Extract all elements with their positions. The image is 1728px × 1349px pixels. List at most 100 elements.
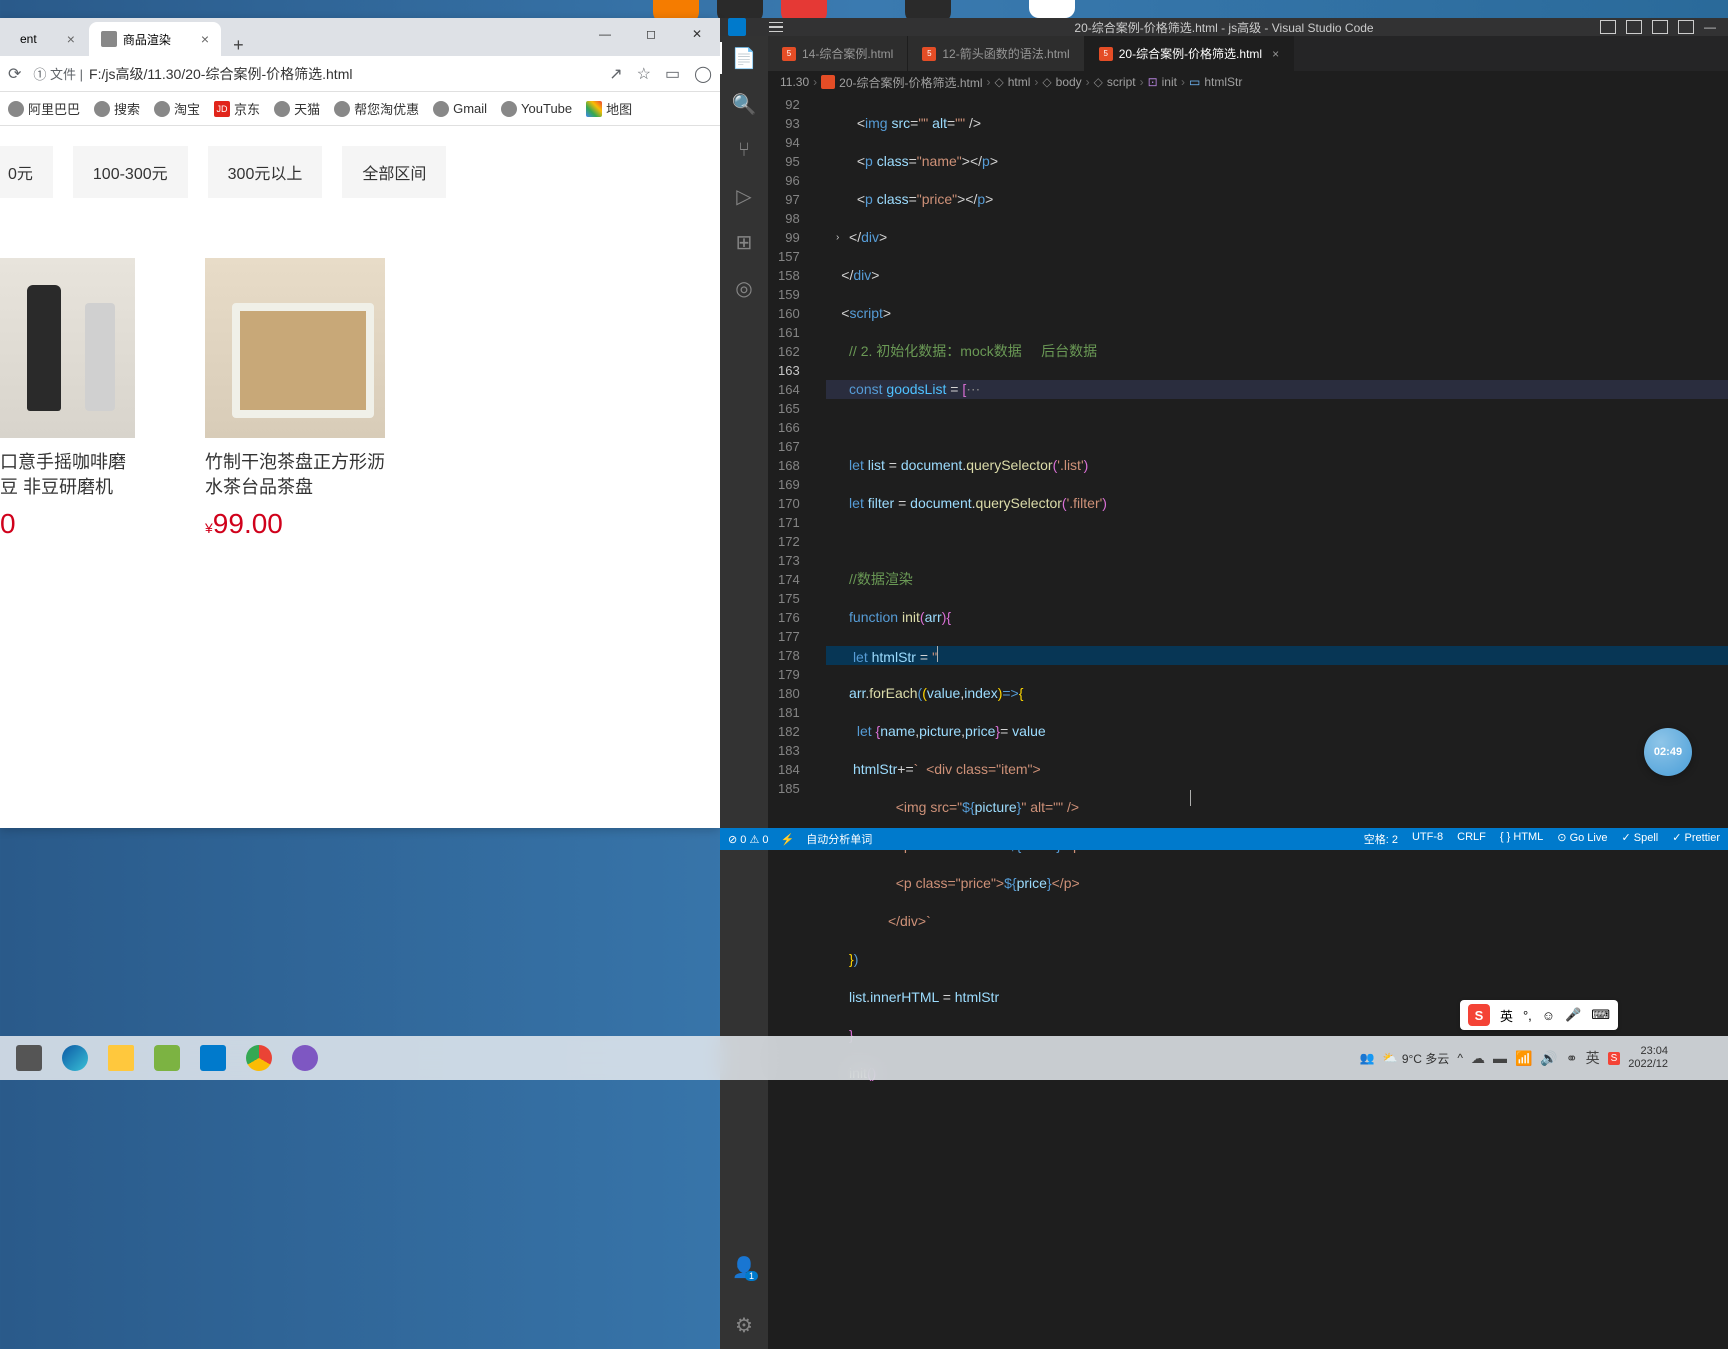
status-spaces[interactable]: 空格: 2 xyxy=(1364,831,1398,847)
bookmark-item[interactable]: Gmail xyxy=(433,101,487,117)
bookmark-item[interactable]: 天猫 xyxy=(274,99,320,118)
remote-icon[interactable]: ◎ xyxy=(732,276,756,300)
sogou-tray-icon[interactable]: S xyxy=(1608,1052,1621,1065)
product-list: 口意手摇咖啡磨豆 非豆研磨机 0 竹制干泡茶盘正方形沥水茶台品茶盘 ¥99.00 xyxy=(0,258,720,540)
product-card[interactable]: 竹制干泡茶盘正方形沥水茶台品茶盘 ¥99.00 xyxy=(205,258,385,540)
new-tab-button[interactable]: + xyxy=(223,35,254,56)
minimize-icon[interactable]: — xyxy=(1704,20,1720,34)
code-content[interactable]: <img src="" alt="" /> <p class="name"></… xyxy=(818,93,1728,1349)
app-icon[interactable] xyxy=(284,1038,326,1078)
product-price: 0 xyxy=(0,508,135,540)
status-language[interactable]: { } HTML xyxy=(1500,831,1543,847)
tray-chevron-icon[interactable]: ^ xyxy=(1457,1051,1463,1065)
run-debug-icon[interactable]: ▷ xyxy=(732,184,756,208)
ime-language[interactable]: 英 xyxy=(1500,1006,1513,1025)
editor-tab[interactable]: 512-箭头函数的语法.html xyxy=(908,36,1084,71)
window-controls: — ◻ ✕ xyxy=(582,18,720,50)
wifi-icon[interactable]: 📶 xyxy=(1515,1050,1532,1067)
line-numbers: 9293949596979899157158159160161162163164… xyxy=(768,93,818,1349)
bookmark-item[interactable]: 阿里巴巴 xyxy=(8,99,80,118)
filter-button[interactable]: 全部区间 xyxy=(342,146,446,198)
status-item[interactable]: 自动分析单词 xyxy=(806,831,872,847)
text-cursor xyxy=(1190,790,1191,806)
timer-badge[interactable]: 02:49 xyxy=(1644,728,1692,776)
browser-tab-strip: ent × 商品渲染 × + — ◻ ✕ xyxy=(0,18,720,56)
browser-tab[interactable]: ent × xyxy=(8,22,87,56)
url-protocol: ① 文件 | xyxy=(33,64,83,83)
spell-check[interactable]: ✓ Spell xyxy=(1622,831,1659,847)
dock-app-icon[interactable] xyxy=(1029,0,1075,18)
url-input[interactable]: ① 文件 | F:/js高级/11.30/20-综合案例-价格筛选.html xyxy=(33,64,597,84)
reading-list-icon[interactable]: ▭ xyxy=(665,64,680,84)
menu-icon[interactable] xyxy=(754,22,798,33)
bluetooth-icon[interactable]: ⚭ xyxy=(1566,1050,1578,1067)
weather-icon: ⛅ xyxy=(1383,1051,1398,1065)
go-live-button[interactable]: ⊙ Go Live xyxy=(1557,831,1607,847)
filter-button[interactable]: 100-300元 xyxy=(73,146,188,198)
chrome-icon[interactable] xyxy=(238,1038,280,1078)
accounts-icon[interactable]: 👤1 xyxy=(732,1255,756,1279)
layout-icon[interactable] xyxy=(1678,20,1694,34)
start-button[interactable] xyxy=(8,1038,50,1078)
battery-icon[interactable]: ▬ xyxy=(1493,1050,1507,1066)
ime-keyboard-icon[interactable]: ⌨ xyxy=(1591,1007,1610,1023)
browser-tab-active[interactable]: 商品渲染 × xyxy=(89,22,221,56)
ime-punct-icon[interactable]: °, xyxy=(1523,1008,1532,1023)
ime-tray-icon[interactable]: 英 xyxy=(1586,1048,1600,1068)
weather-widget[interactable]: ⛅ 9°C 多云 xyxy=(1383,1050,1449,1067)
app-icon[interactable] xyxy=(146,1038,188,1078)
explorer-icon[interactable]: 📄 xyxy=(732,46,756,70)
layout-icon[interactable] xyxy=(1626,20,1642,34)
edge-icon[interactable] xyxy=(54,1038,96,1078)
bookmark-item[interactable]: 搜索 xyxy=(94,99,140,118)
layout-icon[interactable] xyxy=(1600,20,1616,34)
vscode-taskbar-icon[interactable] xyxy=(192,1038,234,1078)
minimize-button[interactable]: — xyxy=(582,18,628,50)
ime-emoji-icon[interactable]: ☺ xyxy=(1542,1008,1555,1023)
search-icon[interactable]: 🔍 xyxy=(732,92,756,116)
layout-icon[interactable] xyxy=(1652,20,1668,34)
bookmark-item[interactable]: 帮您淘优惠 xyxy=(334,99,419,118)
html5-icon xyxy=(821,75,835,89)
file-explorer-icon[interactable] xyxy=(100,1038,142,1078)
settings-gear-icon[interactable]: ⚙ xyxy=(732,1313,756,1337)
prettier-status[interactable]: ✓ Prettier xyxy=(1672,831,1720,847)
source-control-icon[interactable]: ⑂ xyxy=(732,138,756,162)
breadcrumb[interactable]: 11.30› 20-综合案例-价格筛选.html› ◇html› ◇body› … xyxy=(768,71,1728,93)
reload-icon[interactable]: ⟳ xyxy=(8,64,21,84)
taskbar-pinned xyxy=(0,1038,326,1078)
status-item[interactable]: ⚡ xyxy=(781,833,795,846)
status-encoding[interactable]: UTF-8 xyxy=(1412,831,1443,847)
share-icon[interactable]: ↗ xyxy=(609,64,622,84)
status-eol[interactable]: CRLF xyxy=(1457,831,1486,847)
volume-icon[interactable]: 🔊 xyxy=(1540,1050,1557,1067)
extensions-icon[interactable]: ⊞ xyxy=(732,230,756,254)
editor-tab-active[interactable]: 520-综合案例-价格筛选.html× xyxy=(1085,36,1294,71)
filter-button[interactable]: 0元 xyxy=(0,146,53,198)
bookmark-item[interactable]: 地图 xyxy=(586,99,632,118)
code-editor[interactable]: 9293949596979899157158159160161162163164… xyxy=(768,93,1728,1349)
bookmark-item[interactable]: 淘宝 xyxy=(154,99,200,118)
editor-tab[interactable]: 514-综合案例.html xyxy=(768,36,908,71)
bookmark-item[interactable]: JD京东 xyxy=(214,99,260,118)
maximize-button[interactable]: ◻ xyxy=(628,18,674,50)
ime-toolbar[interactable]: S 英 °, ☺ 🎤 ⌨ xyxy=(1460,1000,1618,1030)
people-icon[interactable]: 👥 xyxy=(1360,1051,1375,1065)
filter-button[interactable]: 300元以上 xyxy=(208,146,323,198)
close-icon[interactable]: × xyxy=(67,31,75,47)
ime-voice-icon[interactable]: 🎤 xyxy=(1565,1007,1581,1023)
product-card[interactable]: 口意手摇咖啡磨豆 非豆研磨机 0 xyxy=(0,258,135,540)
onedrive-icon[interactable]: ☁ xyxy=(1471,1050,1485,1067)
close-button[interactable]: ✕ xyxy=(674,18,720,50)
close-icon[interactable]: × xyxy=(201,31,209,47)
bookmark-star-icon[interactable]: ☆ xyxy=(637,64,651,84)
clock[interactable]: 23:04 2022/12 xyxy=(1628,1045,1668,1071)
activity-bar: 📄 🔍 ⑂ ▷ ⊞ ◎ 👤1 ⚙ xyxy=(720,36,768,1349)
profile-icon[interactable]: ◯ xyxy=(694,64,712,84)
vscode-window: 20-综合案例-价格筛选.html - js高级 - Visual Studio… xyxy=(720,18,1728,828)
bookmark-item[interactable]: YouTube xyxy=(501,101,572,117)
errors-count[interactable]: ⊘ 0 ⚠ 0 xyxy=(728,833,769,846)
close-icon[interactable]: × xyxy=(1272,47,1279,61)
url-text: F:/js高级/11.30/20-综合案例-价格筛选.html xyxy=(89,64,352,84)
page-favicon xyxy=(101,31,117,47)
